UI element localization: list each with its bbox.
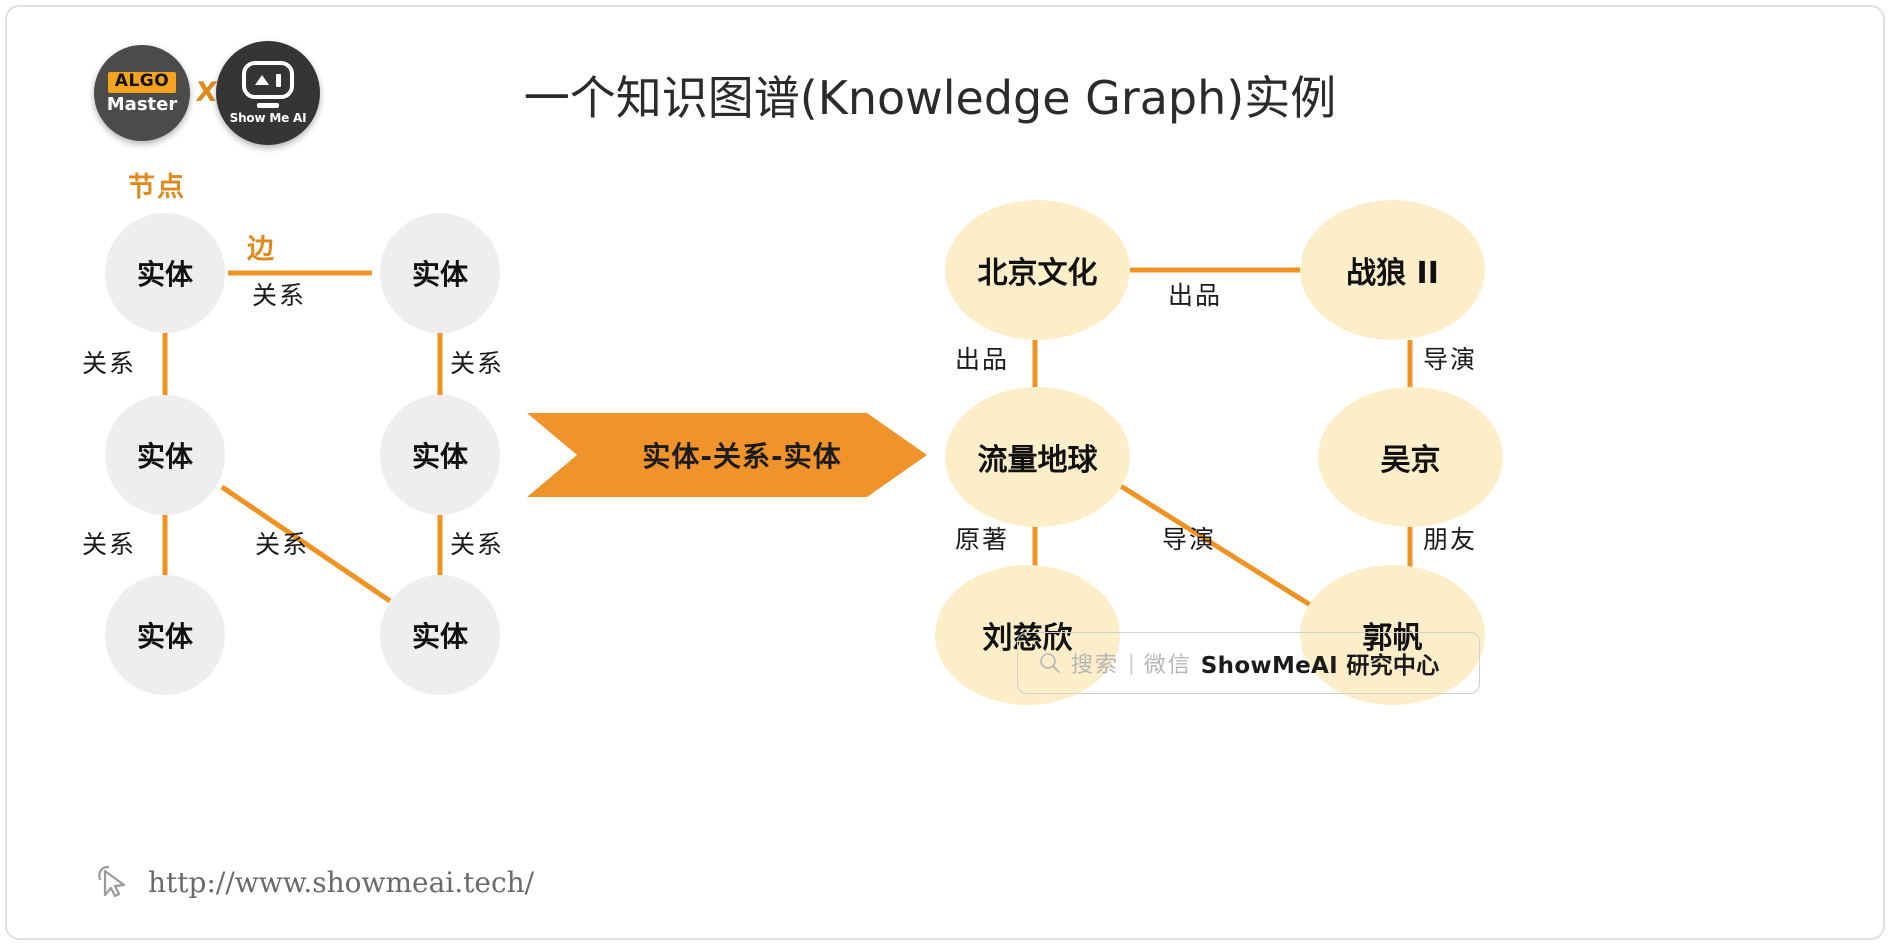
node-R3[interactable]: 流量地球 (945, 387, 1130, 527)
edge-label-R4-R6: 朋友 (1423, 525, 1478, 554)
annotation-node: 节点 (128, 172, 186, 203)
edge-label-R1-R3: 出品 (955, 345, 1010, 374)
search-icon (1040, 653, 1060, 673)
watermark-brand-label: ShowMeAI 研究中心 (1200, 653, 1440, 679)
slide-canvas: ALGO Master X Show Me AI 一个知识图谱(Knowledg… (0, 0, 1890, 945)
edge-label-R3-R6: 导演 (1162, 525, 1217, 554)
node-R1[interactable]: 北京文化 (945, 200, 1130, 340)
page-title: 一个知识图谱(Knowledge Graph)实例 (523, 71, 1337, 125)
showmeai-logo-label: Show Me AI (229, 111, 307, 125)
schematic-graph: 节点 边 实体 实体 实体 实体 实体 实体 关系 关系 关系 关系 关系 关系 (60, 165, 540, 725)
node-R4[interactable]: 吴京 (1318, 387, 1503, 527)
node-L2[interactable]: 实体 (380, 213, 500, 333)
robot-eye-bar-icon (276, 73, 281, 87)
transform-arrow: 实体-关系-实体 (527, 405, 927, 505)
node-L1[interactable]: 实体 (105, 213, 225, 333)
edge-label-L1-L3: 关系 (82, 349, 137, 378)
footer: http://www.showmeai.tech/ (96, 862, 534, 902)
transform-arrow-label: 实体-关系-实体 (642, 440, 842, 473)
cursor-icon (98, 865, 126, 898)
node-R2[interactable]: 战狼 II (1300, 200, 1485, 340)
edge-label-R3-R5: 原著 (955, 525, 1010, 554)
edge-label-L1-L2: 关系 (252, 281, 307, 310)
node-L4[interactable]: 实体 (380, 395, 500, 515)
node-L6[interactable]: 实体 (380, 575, 500, 695)
watermark-separator: | (1128, 651, 1135, 675)
robot-eye-triangle-icon (255, 75, 269, 85)
annotation-edge: 边 (247, 234, 276, 265)
footer-url: http://www.showmeai.tech/ (148, 865, 535, 899)
robot-neck-icon (257, 103, 279, 108)
edge-label-R2-R4: 导演 (1423, 345, 1478, 374)
algomaster-subtitle: Master (106, 93, 178, 115)
edge-label-R1-R2: 出品 (1168, 281, 1223, 310)
edge-label-L3-L6: 关系 (255, 530, 310, 559)
watermark-wechat-label: 微信 (1143, 653, 1192, 678)
watermark-bar: 搜索 | 微信 ShowMeAI 研究中心 (1017, 632, 1480, 694)
edge-label-L2-L4: 关系 (450, 349, 505, 378)
edge-label-L3-L5: 关系 (82, 530, 137, 559)
robot-face-icon (242, 61, 294, 99)
algomaster-tag: ALGO (107, 72, 177, 93)
showmeai-logo: Show Me AI (216, 41, 320, 145)
algomaster-logo: ALGO Master (94, 45, 190, 141)
node-L5[interactable]: 实体 (105, 575, 225, 695)
watermark-search-label: 搜索 (1071, 653, 1120, 678)
cross-mark-label: X (194, 77, 219, 108)
node-L3[interactable]: 实体 (105, 395, 225, 515)
edge-label-L4-L6: 关系 (450, 530, 505, 559)
